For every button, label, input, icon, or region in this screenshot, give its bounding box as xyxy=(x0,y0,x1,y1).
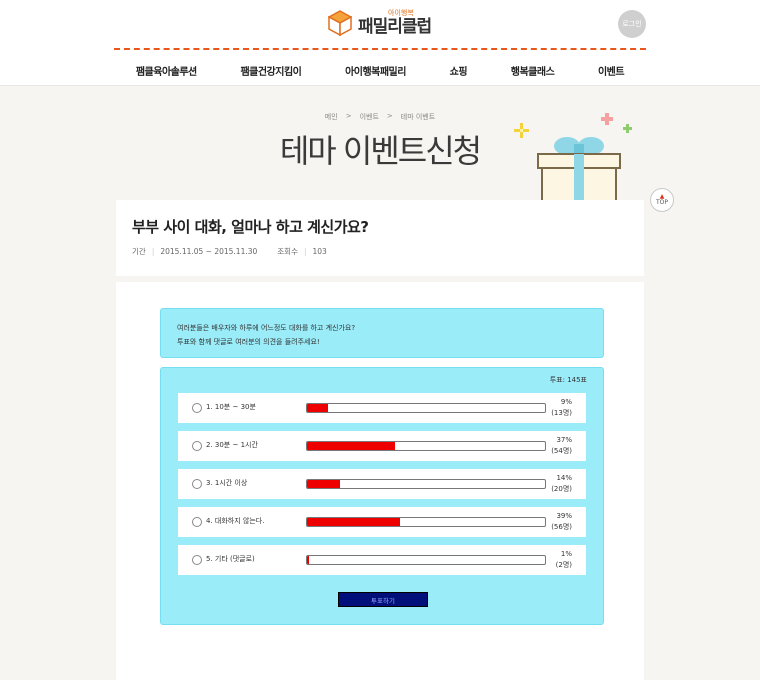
nav-item-family[interactable]: 아이행복패밀리 xyxy=(345,63,406,78)
poll-option[interactable]: 4. 대화하지 않는다. 39% (56명) xyxy=(178,507,586,537)
gift-box-icon xyxy=(514,113,632,202)
option-label: 2. 30분 ~ 1시간 xyxy=(206,441,258,449)
option-count: (2명) xyxy=(555,561,572,569)
breadcrumb-separator: > xyxy=(386,112,393,120)
period-value: 2015.11.05 ~ 2015.11.30 xyxy=(160,247,258,256)
box-logo-icon xyxy=(328,10,352,36)
nav-item-parenting[interactable]: 팸클육아솔루션 xyxy=(136,63,197,78)
event-title: 부부 사이 대화, 얼마나 하고 계신가요? xyxy=(132,218,369,236)
meta-divider: | xyxy=(151,247,155,256)
nav-item-class[interactable]: 행복클래스 xyxy=(511,63,555,78)
option-label: 1. 10분 ~ 30분 xyxy=(206,403,256,411)
option-percent: 14% xyxy=(556,474,572,482)
result-bar-fill xyxy=(307,518,400,526)
meta-divider: | xyxy=(303,247,307,256)
option-stats: 1% (2명) xyxy=(556,549,572,571)
option-radio[interactable] xyxy=(192,403,202,413)
option-stats: 14% (20명) xyxy=(551,473,572,495)
poll-box: 투표: 145표 1. 10분 ~ 30분 9% (13명) 2. 30분 ~ … xyxy=(160,367,604,625)
option-percent: 39% xyxy=(556,512,572,520)
option-count: (56명) xyxy=(551,523,572,531)
period-label: 기간 xyxy=(132,247,146,256)
result-bar xyxy=(306,403,546,413)
result-bar xyxy=(306,517,546,527)
poll-option[interactable]: 5. 기타 (댓글로) 1% (2명) xyxy=(178,545,586,575)
option-radio[interactable] xyxy=(192,441,202,451)
option-label: 4. 대화하지 않는다. xyxy=(206,517,265,525)
option-percent: 37% xyxy=(556,436,572,444)
option-label: 3. 1시간 이상 xyxy=(206,479,248,487)
poll-option[interactable]: 1. 10분 ~ 30분 9% (13명) xyxy=(178,393,586,423)
option-label: 5. 기타 (댓글로) xyxy=(206,555,255,563)
nav-item-event[interactable]: 이벤트 xyxy=(598,63,625,78)
option-radio[interactable] xyxy=(192,517,202,527)
vote-button[interactable]: 투표하기 xyxy=(338,592,428,607)
option-count: (54명) xyxy=(551,447,572,455)
option-stats: 37% (54명) xyxy=(551,435,572,457)
option-count: (20명) xyxy=(551,485,572,493)
breadcrumb-separator: > xyxy=(345,112,352,120)
top-label: TOP xyxy=(655,199,668,206)
logo-title: 패밀리클럽 xyxy=(358,17,432,37)
scroll-top-button[interactable]: ▲ TOP xyxy=(650,188,674,212)
login-button[interactable]: 로그인 xyxy=(618,10,646,38)
result-bar-fill xyxy=(307,404,329,412)
breadcrumb: 메인 > 이벤트 > 테마 이벤트 xyxy=(0,112,760,122)
logo-subtitle: 아이행복 xyxy=(388,9,414,17)
result-bar-fill xyxy=(307,556,310,564)
site-logo[interactable]: 아이행복 패밀리클럽 xyxy=(328,6,432,40)
main-nav: 팸클육아솔루션 팸클건강지킴이 아이행복패밀리 쇼핑 행복클래스 이벤트 xyxy=(114,58,646,82)
option-stats: 39% (56명) xyxy=(551,511,572,533)
result-bar xyxy=(306,479,546,489)
option-percent: 9% xyxy=(560,398,572,406)
option-percent: 1% xyxy=(560,550,572,558)
poll-option[interactable]: 2. 30분 ~ 1시간 37% (54명) xyxy=(178,431,586,461)
nav-item-health[interactable]: 팸클건강지킴이 xyxy=(240,63,301,78)
event-header-card: 부부 사이 대화, 얼마나 하고 계신가요? 기간 | 2015.11.05 ~… xyxy=(116,200,644,276)
result-bar-fill xyxy=(307,480,341,488)
poll-question-line: 투표와 함께 댓글로 여러분의 의견을 들려주세요! xyxy=(177,338,320,346)
header-divider xyxy=(114,48,646,50)
option-count: (13명) xyxy=(551,409,572,417)
views-value: 103 xyxy=(312,247,327,256)
result-bar-fill xyxy=(307,442,396,450)
breadcrumb-home[interactable]: 메인 xyxy=(325,112,338,122)
poll-question-box: 여러분들은 배우자와 하루에 어느정도 대화를 하고 계신가요? 투표와 함께 … xyxy=(160,308,604,358)
option-radio[interactable] xyxy=(192,555,202,565)
breadcrumb-theme-event: 테마 이벤트 xyxy=(400,113,436,121)
site-header: 아이행복 패밀리클럽 로그인 팸클육아솔루션 팸클건강지킴이 아이행복패밀리 쇼… xyxy=(0,0,760,86)
option-stats: 9% (13명) xyxy=(551,397,572,419)
poll-question-line: 여러분들은 배우자와 하루에 어느정도 대화를 하고 계신가요? xyxy=(177,324,356,332)
poll-option[interactable]: 3. 1시간 이상 14% (20명) xyxy=(178,469,586,499)
views-label: 조회수 xyxy=(277,247,298,256)
nav-item-shopping[interactable]: 쇼핑 xyxy=(450,63,468,78)
event-meta: 기간 | 2015.11.05 ~ 2015.11.30 조회수 | 103 xyxy=(132,246,327,257)
option-radio[interactable] xyxy=(192,479,202,489)
vote-total: 투표: 145표 xyxy=(549,376,587,384)
result-bar xyxy=(306,555,546,565)
result-bar xyxy=(306,441,546,451)
breadcrumb-event[interactable]: 이벤트 xyxy=(360,112,379,122)
page-title: 테마 이벤트신청 xyxy=(279,132,482,170)
